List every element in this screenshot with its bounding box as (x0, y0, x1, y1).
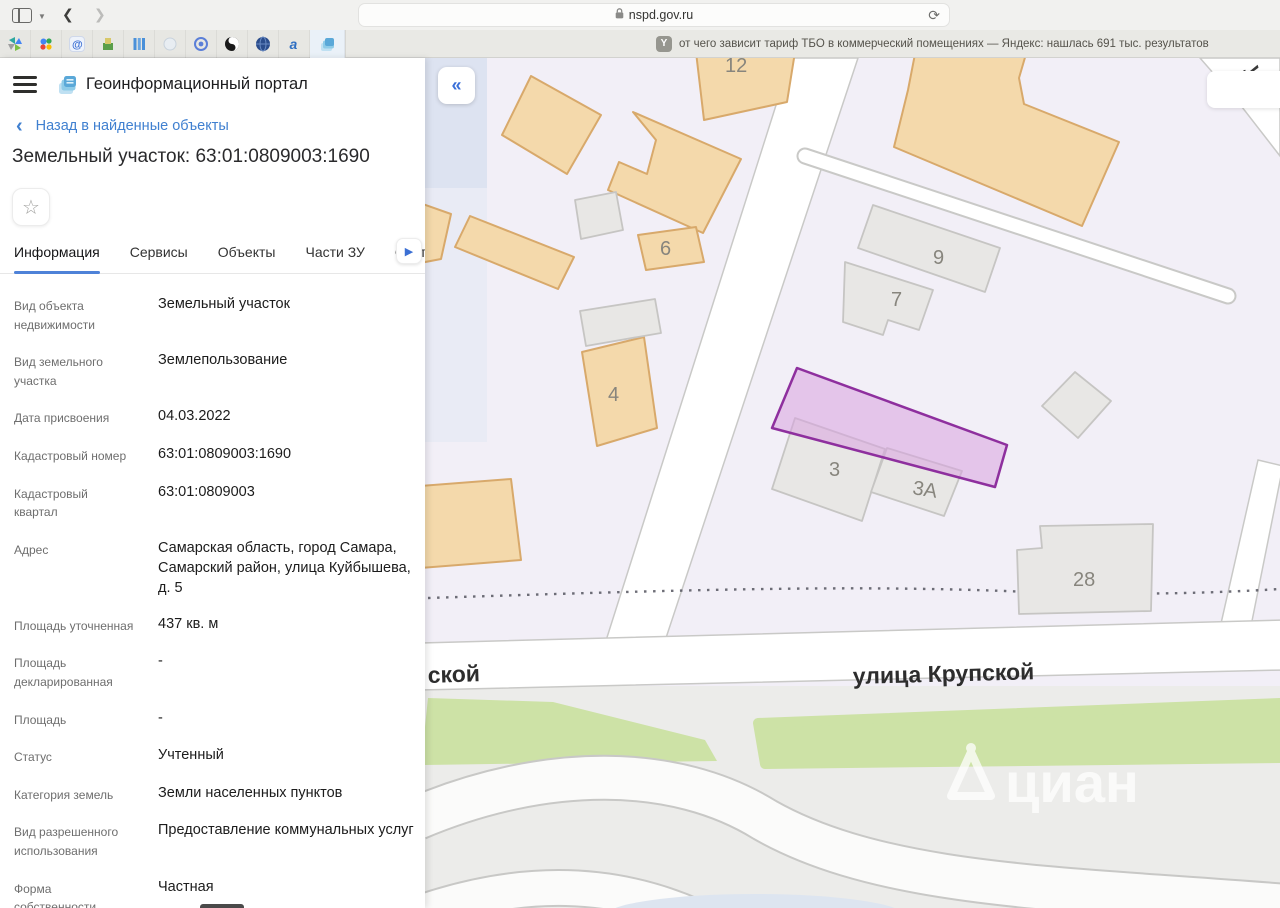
browser-toolbar: ▼ ❮ ❯ nspd.gov.ru ⟳ (0, 0, 1280, 30)
tab-parts[interactable]: Части ЗУ (305, 244, 364, 273)
chevron-left-icon: ‹ (16, 119, 23, 133)
field-row: Кадастровый номер63:01:0809003:1690 (14, 444, 414, 466)
svg-text:a: a (290, 36, 298, 52)
street-label-partial: ской (427, 660, 480, 688)
building-label: 3 (829, 459, 840, 481)
tab-title: от чего зависит тариф ТБО в коммерческий… (679, 38, 1209, 50)
tab-geoportal-icon[interactable] (310, 30, 345, 58)
adjacent-browser-tab[interactable]: Y от чего зависит тариф ТБО в коммерческ… (345, 30, 1280, 57)
back-link-label: Назад в найденные объекты (36, 118, 229, 134)
info-panel: Геоинформационный портал ‹ Назад в найде… (0, 58, 425, 908)
svg-text:@: @ (72, 39, 83, 51)
building-label: 3А (911, 477, 939, 503)
field-row: Вид объекта недвижимостиЗемельный участо… (14, 294, 414, 334)
scroll-indicator[interactable] (200, 904, 244, 908)
field-row: АдресСамарская область, город Самара, Са… (14, 538, 414, 598)
field-row: Дата присвоения04.03.2022 (14, 406, 414, 428)
bookmark-colored-dots-icon[interactable] (31, 30, 62, 58)
browser-tab-strip: @ a Y от чего зависит тариф ТБО в коммер… (0, 30, 1280, 58)
street-label-krupskoy: улица Крупской (852, 658, 1034, 689)
building-label: 12 (725, 58, 747, 77)
building-label: 9 (933, 247, 944, 269)
field-row: Площадь уточненная437 кв. м (14, 614, 414, 636)
page-title: Земельный участок: 63:01:0809003:1690 (12, 146, 370, 168)
bookmark-bars-icon[interactable] (124, 30, 155, 58)
bookmark-at-icon[interactable]: @ (62, 30, 93, 58)
sidebar-toggle-icon[interactable] (12, 8, 32, 23)
star-icon: ☆ (22, 195, 40, 220)
bookmark-sphere-icon[interactable] (217, 30, 248, 58)
building-label: 4 (608, 384, 619, 406)
map-canvas[interactable]: циан (425, 58, 1280, 908)
map-layers: циан (425, 58, 1280, 908)
bookmark-circle-icon[interactable] (155, 30, 186, 58)
panel-collapse-button[interactable]: « (438, 67, 475, 104)
reload-icon[interactable]: ⟳ (928, 7, 940, 24)
attributes-list: Вид объекта недвижимостиЗемельный участо… (14, 294, 414, 908)
field-row: СтатусУчтенный (14, 745, 414, 767)
forward-button[interactable]: ❯ (94, 6, 106, 23)
svg-text:циан: циан (1005, 751, 1139, 814)
geoportal-logo-icon (57, 74, 79, 101)
bookmark-letter-a-icon[interactable]: a (279, 30, 310, 58)
map-building[interactable] (425, 479, 521, 568)
panel-tabs: Информация Сервисы Объекты Части ЗУ Сост… (0, 244, 425, 274)
map-search-box[interactable] (1207, 71, 1280, 108)
bookmark-target-icon[interactable] (186, 30, 217, 58)
yandex-favicon: Y (656, 36, 672, 52)
back-to-results-link[interactable]: ‹ Назад в найденные объекты (16, 118, 229, 134)
favorite-star-button[interactable]: ☆ (12, 188, 50, 226)
field-row: Вид земельного участкаЗемлепользование (14, 350, 414, 390)
address-bar[interactable]: nspd.gov.ru ⟳ (358, 3, 950, 27)
chevron-down-icon[interactable]: ▼ (38, 12, 46, 21)
menu-icon[interactable] (13, 76, 37, 93)
field-row: Вид разрешенного использованияПредоставл… (14, 820, 414, 860)
map-building[interactable] (575, 192, 623, 239)
bookmark-building-icon[interactable] (93, 30, 124, 58)
bookmark-globe-icon[interactable] (248, 30, 279, 58)
tab-information[interactable]: Информация (14, 244, 100, 273)
field-row: Площадь- (14, 708, 414, 730)
bookmark-pinwheel-icon[interactable] (0, 30, 31, 58)
building-label: 6 (660, 238, 671, 260)
back-button[interactable]: ❮ (62, 6, 74, 23)
tab-services[interactable]: Сервисы (130, 244, 188, 273)
field-row: Площадь декларированная- (14, 651, 414, 691)
tabs-scroll-right-button[interactable]: ▶ (396, 238, 422, 264)
tab-objects[interactable]: Объекты (218, 244, 276, 273)
field-row: Кадастровый квартал63:01:0809003 (14, 482, 414, 522)
field-row: Категория земельЗемли населенных пунктов (14, 783, 414, 805)
building-label: 7 (891, 289, 902, 311)
lock-icon (615, 8, 624, 22)
building-label: 28 (1073, 569, 1095, 591)
app-title: Геоинформационный портал (86, 75, 308, 94)
url-text: nspd.gov.ru (629, 8, 693, 22)
